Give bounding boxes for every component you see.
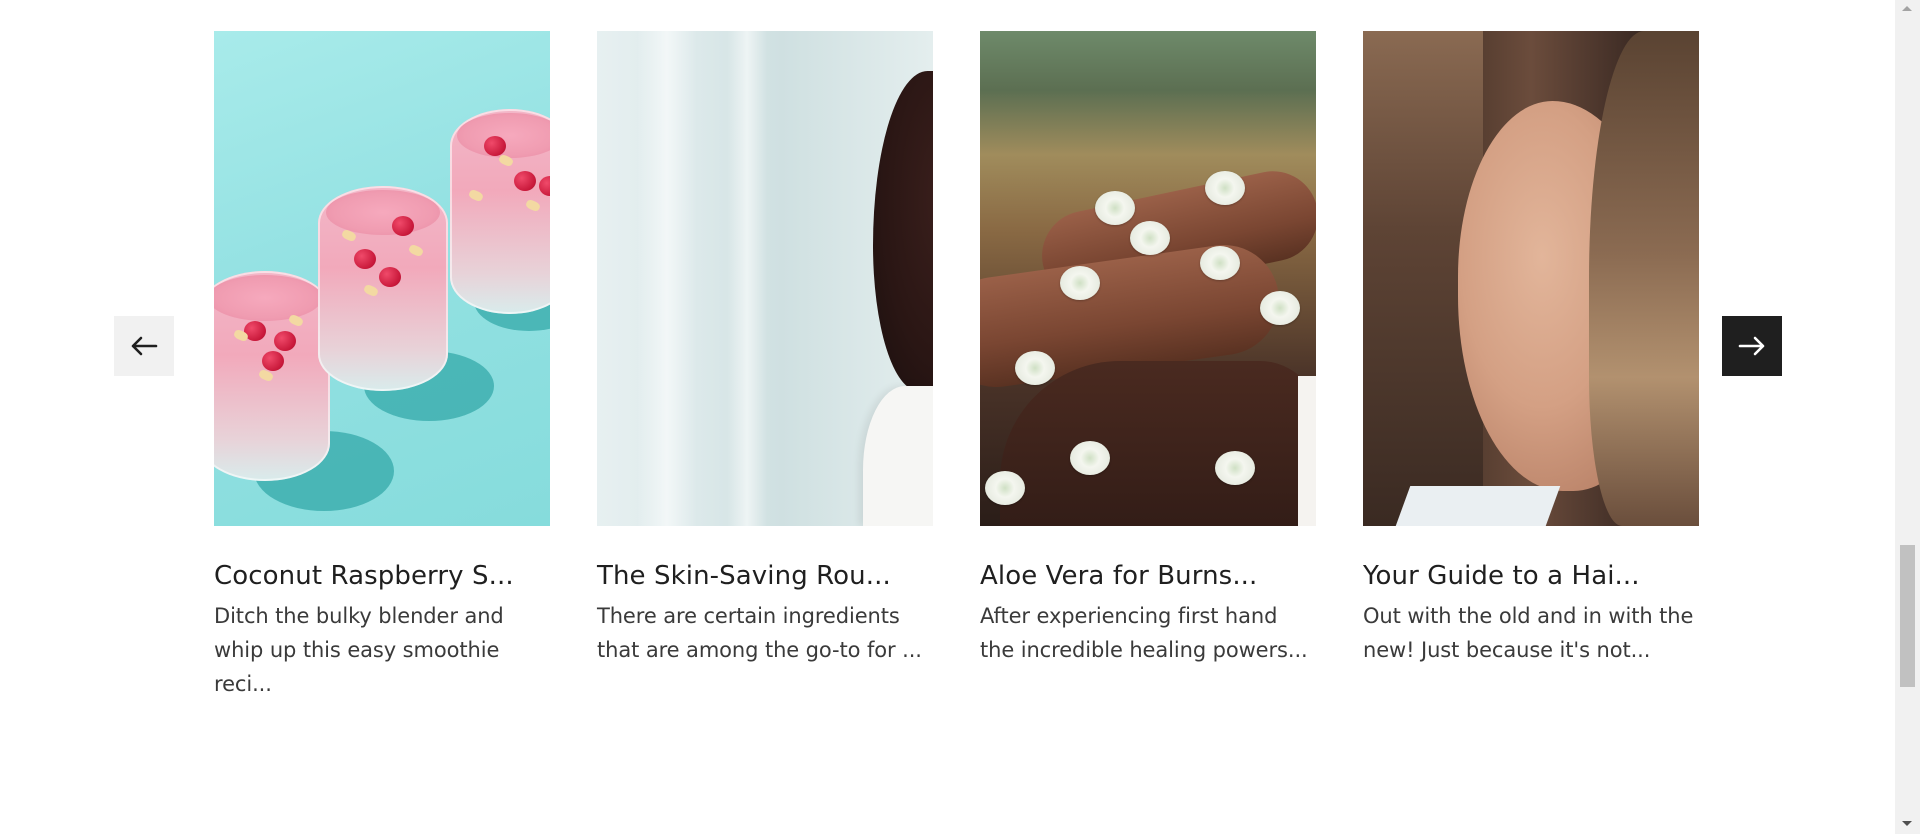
scroll-up-icon[interactable] [1902, 6, 1912, 11]
arrow-right-icon [1738, 336, 1765, 356]
woman-profile-image[interactable] [597, 31, 933, 526]
blog-card[interactable]: Aloe Vera for Burns... After experiencin… [980, 31, 1316, 667]
smoothie-glasses-image[interactable] [214, 31, 550, 526]
carousel-next-button[interactable] [1722, 316, 1782, 376]
scrollbar-thumb[interactable] [1900, 545, 1915, 687]
scroll-down-icon[interactable] [1902, 821, 1912, 826]
carousel-prev-button[interactable] [114, 316, 174, 376]
blog-card[interactable]: Coconut Raspberry S... Ditch the bulky b… [214, 31, 550, 701]
card-description: After experiencing first hand the incred… [980, 604, 1308, 662]
card-title[interactable]: Your Guide to a Hai... [1363, 559, 1699, 593]
blog-card[interactable]: Your Guide to a Hai... Out with the old … [1363, 31, 1699, 667]
card-description: There are certain ingredients that are a… [597, 604, 922, 662]
card-title[interactable]: Aloe Vera for Burns... [980, 559, 1316, 593]
card-description: Ditch the bulky blender and whip up this… [214, 604, 504, 696]
arrow-left-icon [131, 336, 158, 356]
card-title[interactable]: Coconut Raspberry S... [214, 559, 550, 593]
card-title[interactable]: The Skin-Saving Rou... [597, 559, 933, 593]
card-description: Out with the old and in with the new! Ju… [1363, 604, 1694, 662]
woman-portrait-image[interactable] [1363, 31, 1699, 526]
arms-with-flowers-image[interactable] [980, 31, 1316, 526]
page-scrollbar[interactable] [1895, 0, 1920, 834]
blog-card[interactable]: The Skin-Saving Rou... There are certain… [597, 31, 933, 667]
page: Coconut Raspberry S... Ditch the bulky b… [0, 0, 1920, 834]
blog-carousel: Coconut Raspberry S... Ditch the bulky b… [0, 0, 1895, 834]
